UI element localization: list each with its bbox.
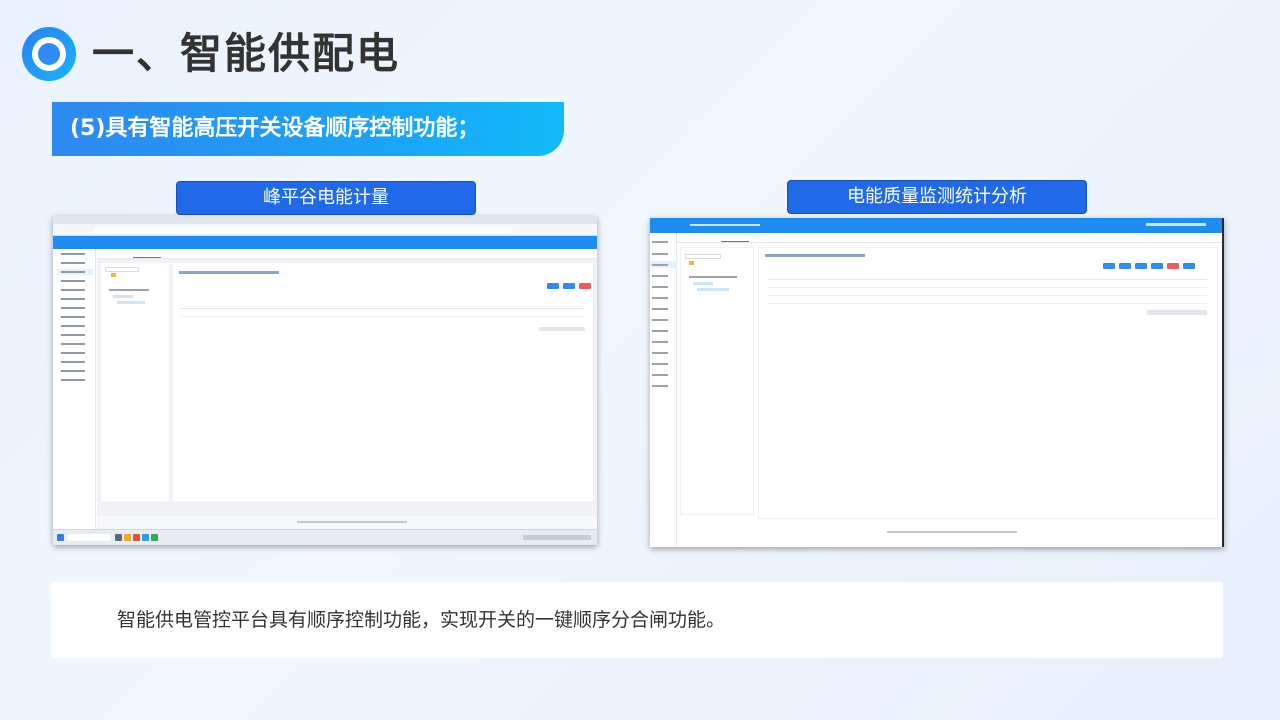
app-footer [97,516,597,529]
table-row [181,311,585,317]
main-panel [173,263,593,501]
device-tree [101,263,169,501]
browser-address-bar [53,224,597,236]
table-header [181,303,585,309]
app-sidebar [650,233,677,547]
right-panel-label: 电能质量监测统计分析 [787,180,1087,214]
section-subtitle: (5)具有智能高压开关设备顺序控制功能； [52,102,564,156]
device-tree [680,247,754,515]
app-header-bar [53,236,597,249]
description-box: 智能供电管控平台具有顺序控制功能，实现开关的一键顺序分合闸功能。 [51,582,1223,658]
app-footer [677,521,1222,547]
left-panel-label: 峰平谷电能计量 [176,181,476,215]
left-screenshot [53,216,597,545]
os-taskbar [53,529,597,545]
app-tabs [677,233,1222,243]
description-text: 智能供电管控平台具有顺序控制功能，实现开关的一键顺序分合闸功能。 [117,609,726,631]
app-sidebar [53,249,96,529]
app-tabs [97,249,597,259]
app-header-bar [650,218,1222,233]
main-panel [758,247,1218,519]
browser-tab-bar [53,216,597,224]
right-screenshot [650,218,1224,547]
page-title: 一、智能供配电 [92,29,401,78]
ring-logo-icon [22,27,76,81]
app-content [97,249,597,529]
